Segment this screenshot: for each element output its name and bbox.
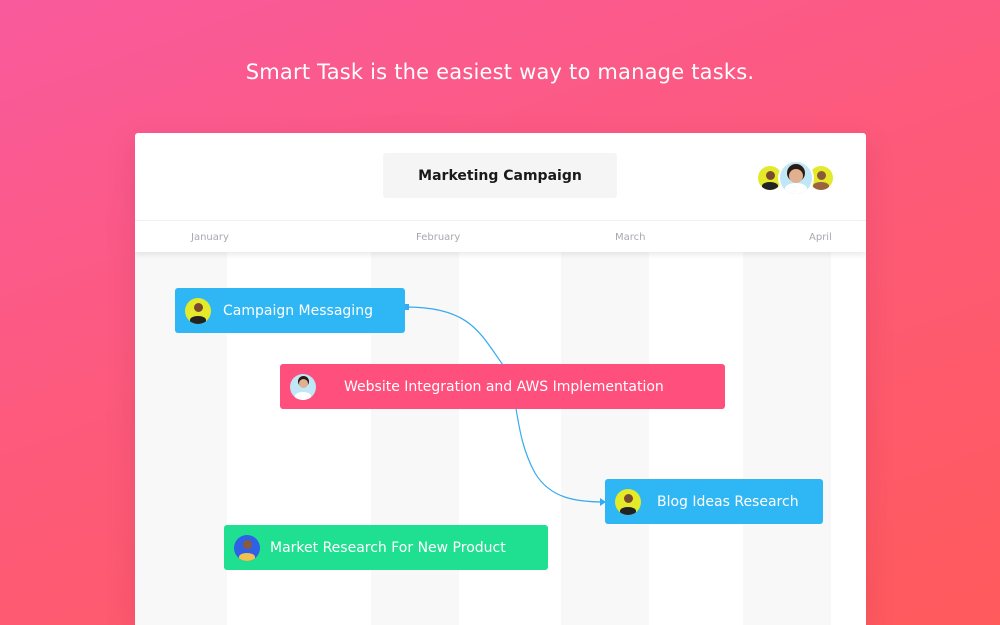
task-bar[interactable]: Campaign Messaging — [175, 288, 405, 333]
task-label: Campaign Messaging — [223, 302, 373, 319]
assignee-avatar — [615, 488, 641, 515]
task-label: Blog Ideas Research — [657, 493, 799, 510]
task-bar[interactable]: Market Research For New Product — [224, 525, 548, 570]
task-label: Market Research For New Product — [270, 539, 506, 556]
assignee-avatar — [234, 534, 260, 561]
task-label: Website Integration and AWS Implementati… — [344, 378, 664, 395]
headline: Smart Task is the easiest way to manage … — [245, 60, 755, 84]
assignee-avatar — [290, 373, 316, 400]
timeline-board: Marketing Campaign January February Marc… — [135, 133, 866, 625]
task-bar[interactable]: Website Integration and AWS Implementati… — [280, 364, 725, 409]
assignee-avatar — [185, 297, 211, 324]
task-bar[interactable]: Blog Ideas Research — [605, 479, 823, 524]
